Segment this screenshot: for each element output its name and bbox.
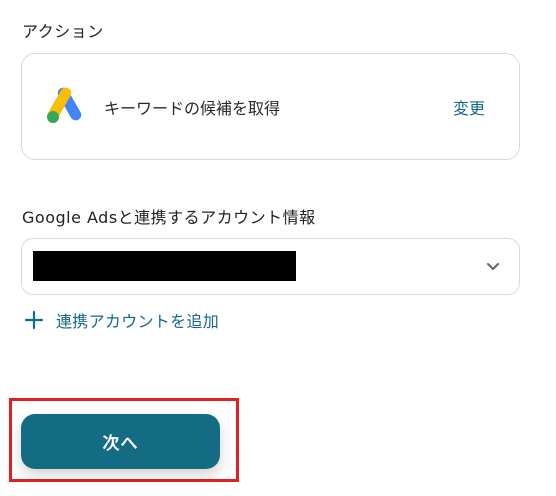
redacted-account-value <box>33 251 296 281</box>
account-section-label: Google Adsと連携するアカウント情報 <box>22 208 316 227</box>
add-account-label: 連携アカウントを追加 <box>56 312 220 331</box>
google-ads-logo-icon <box>47 87 82 123</box>
page: アクション キーワードの候補を取得 変更 Google Adsと連携するアカウン… <box>0 0 556 496</box>
account-select[interactable] <box>21 238 520 295</box>
next-button[interactable]: 次へ <box>21 414 220 469</box>
add-account-link[interactable]: 連携アカウントを追加 <box>24 308 219 332</box>
change-action-link[interactable]: 変更 <box>453 95 485 119</box>
action-name: キーワードの候補を取得 <box>104 99 281 118</box>
plus-icon <box>24 310 44 330</box>
action-section-label: アクション <box>22 22 104 41</box>
chevron-down-icon <box>487 263 499 270</box>
